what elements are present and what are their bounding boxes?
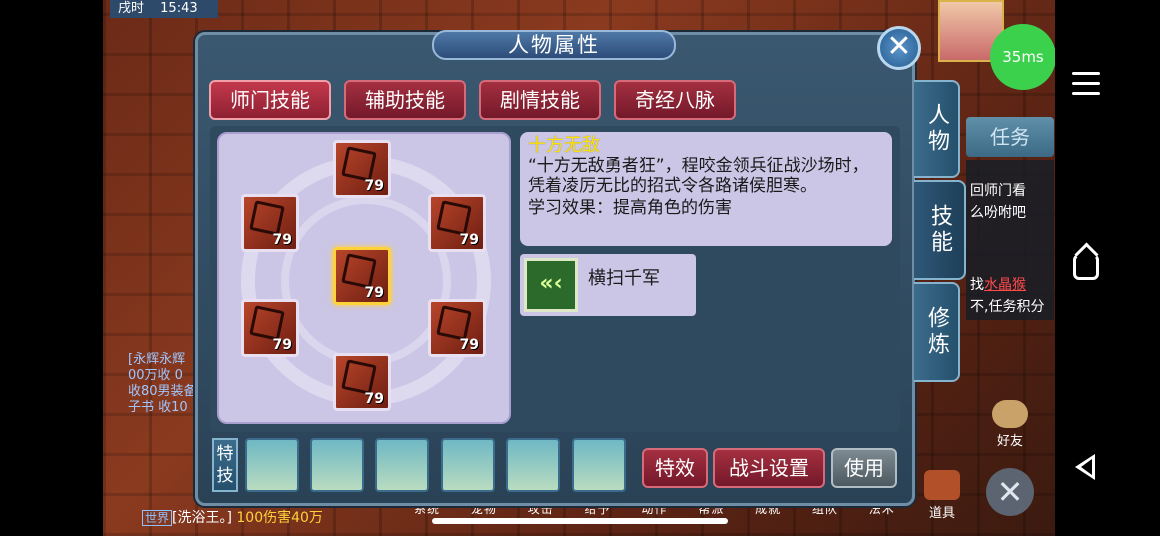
chat-line: 00万收 0	[128, 368, 183, 383]
dialog-title: 人物属性	[432, 30, 676, 60]
menu-icon[interactable]	[1072, 72, 1100, 102]
close-icon[interactable]: ✕	[877, 26, 921, 70]
left-letterbox	[0, 0, 103, 536]
task-line1: 回师门看	[970, 183, 1026, 199]
friends-label: 好友	[996, 434, 1023, 449]
skill-slot-center-selected[interactable]: 79	[333, 247, 391, 305]
sub-skill-card[interactable]: «‹ 横扫千军	[520, 254, 696, 316]
skill-slot-upper-right[interactable]: 79	[428, 194, 486, 252]
task-find: 找	[970, 277, 984, 293]
task-info[interactable]: 回师门看 么吩咐吧 找水晶猴 不,任务积分	[966, 160, 1054, 320]
triple-chevron-icon: «‹	[524, 258, 578, 312]
skill-slot-upper-left[interactable]: 79	[241, 194, 299, 252]
task-npc-link[interactable]: 水晶猴	[984, 277, 1026, 293]
skill-rune-icon	[249, 305, 285, 341]
skill-description: 十方无敌 “十方无敌勇者狂”，程咬金领兵征战沙场时，凭着凌厉无比的招式令各路诸侯…	[520, 132, 892, 246]
skill-slot-lower-right[interactable]: 79	[428, 299, 486, 357]
skill-slot-lower-left[interactable]: 79	[241, 299, 299, 357]
task-line2: 么吩咐吧	[970, 205, 1026, 221]
side-tab-cultivation[interactable]: 修炼	[914, 282, 960, 382]
skill-level: 79	[459, 337, 479, 353]
items-label: 道具	[928, 506, 955, 521]
special-skill-slot[interactable]	[310, 438, 364, 492]
tab-story-skills[interactable]: 剧情技能	[479, 80, 601, 120]
chat-message: [洗浴王。]	[172, 510, 237, 526]
back-icon[interactable]	[1075, 454, 1095, 480]
special-skill-slot[interactable]	[506, 438, 560, 492]
chat-damage-text: 100伤害40万	[236, 510, 323, 526]
skill-rune-icon	[341, 359, 377, 395]
chat-log: [永辉永辉 00万收 0 收80男装备 子书 收10	[128, 352, 198, 416]
skill-rune-icon	[341, 146, 377, 182]
skill-slot-top[interactable]: 79	[333, 140, 391, 198]
side-tab-skills[interactable]: 技能	[914, 180, 966, 280]
special-skill-slot[interactable]	[572, 438, 626, 492]
skill-level: 79	[272, 337, 292, 353]
effects-button[interactable]: 特效	[642, 448, 708, 488]
close-menu-icon[interactable]: ✕	[986, 468, 1034, 516]
home-icon[interactable]	[1073, 254, 1099, 280]
task-tab[interactable]: 任务	[966, 117, 1054, 157]
sub-skill-name: 横扫千军	[588, 268, 660, 289]
clock: 15:43	[160, 1, 198, 16]
skill-level: 79	[272, 232, 292, 248]
items-button[interactable]: 道具	[920, 470, 964, 521]
special-skill-slot[interactable]	[375, 438, 429, 492]
tab-meridians[interactable]: 奇经八脉	[614, 80, 736, 120]
time-label: 戌时	[118, 1, 145, 16]
home-indicator[interactable]	[432, 518, 728, 524]
side-tab-character[interactable]: 人物	[914, 80, 960, 178]
special-skill-slot[interactable]	[441, 438, 495, 492]
special-skill-slot[interactable]	[245, 438, 299, 492]
tab-auxiliary-skills[interactable]: 辅助技能	[344, 80, 466, 120]
skill-rune-icon	[436, 200, 472, 236]
task-tail: 不,任务积分	[970, 299, 1045, 315]
battle-settings-button[interactable]: 战斗设置	[713, 448, 825, 488]
skill-rune-icon	[341, 253, 377, 289]
skill-level: 79	[459, 232, 479, 248]
skill-slot-bottom[interactable]: 79	[333, 353, 391, 411]
tab-sect-skills[interactable]: 师门技能	[209, 80, 331, 120]
friends-button[interactable]: 好友	[990, 400, 1030, 449]
use-button[interactable]: 使用	[831, 448, 897, 488]
chat-channel-badge: 世界	[142, 510, 173, 526]
skill-level: 79	[364, 178, 384, 194]
chat-line: 收80男装备	[128, 384, 197, 399]
skill-level: 79	[364, 391, 384, 407]
android-nav-bar	[1055, 0, 1160, 536]
skill-rune-icon	[436, 305, 472, 341]
skill-lore: “十方无敌勇者狂”，程咬金领兵征战沙场时，凭着凌厉无比的招式令各路诸侯胆寒。	[528, 156, 869, 196]
skill-level: 79	[364, 285, 384, 301]
skill-rune-icon	[249, 200, 285, 236]
status-strip: 戌时 15:43	[110, 0, 218, 18]
ping-indicator: 35ms	[990, 24, 1056, 90]
bottom-chat[interactable]: 世界 [洗浴王。] 100伤害40万	[142, 507, 323, 527]
skill-effect: 学习效果：提高角色的伤害	[528, 198, 732, 218]
handshake-icon	[992, 400, 1028, 428]
special-skills-label: 特技	[212, 438, 238, 492]
skill-name: 十方无敌	[528, 135, 600, 156]
treasure-chest-icon	[924, 470, 960, 500]
chat-line: [永辉永辉	[128, 352, 186, 367]
chat-line: 子书 收10	[128, 400, 188, 415]
